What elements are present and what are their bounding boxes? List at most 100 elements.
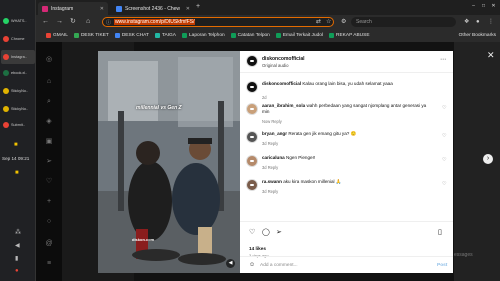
comment-username[interactable]: ra.swann <box>262 179 282 184</box>
comment-meta[interactable]: Now Reply <box>262 119 282 124</box>
comment-meta[interactable]: 3d Reply <box>262 141 278 146</box>
avatar[interactable] <box>246 81 258 93</box>
likes-count[interactable]: 14 likes <box>249 246 266 251</box>
comment-username[interactable]: aaran_ibrahim_sola <box>262 103 305 108</box>
minimize-button[interactable]: – <box>470 3 477 10</box>
reels-icon[interactable]: ▣ <box>45 138 53 146</box>
profile-icon[interactable]: ○ <box>45 218 53 226</box>
bookmark-catatan-telpon[interactable]: Catatan Telpon <box>230 33 270 38</box>
network-icon[interactable]: ⁂ <box>15 230 21 236</box>
more-menu-icon[interactable]: ≡ <box>45 260 53 268</box>
bookmark-star-icon[interactable]: ☆ <box>326 18 331 26</box>
avatar[interactable] <box>246 155 258 167</box>
save-icon[interactable]: ▯ <box>438 229 442 237</box>
power-icon[interactable]: ● <box>15 268 21 274</box>
bookmark-laporan-telphon[interactable]: Laporan Telphon <box>182 33 225 38</box>
taskbar-app-whatsapp[interactable]: WHATS.. <box>1 14 35 28</box>
bookmark-rekap-abuse[interactable]: REKAP ABUSE <box>329 33 370 38</box>
profile-icon[interactable]: ● <box>476 18 480 26</box>
chrome-icon <box>3 122 9 128</box>
like-comment-icon[interactable]: ♡ <box>442 133 446 139</box>
caption-time: 2d <box>262 95 267 100</box>
caption-username[interactable]: diskoncomofficial <box>262 81 301 86</box>
toolbar: ← → ↻ ⌂ ⓘ www.instagram.com/p/DIUSkfmfFS… <box>36 15 500 29</box>
like-comment-icon[interactable]: ♡ <box>442 157 446 163</box>
background-feed-right <box>454 42 500 281</box>
battery-icon[interactable]: ▮ <box>15 256 21 262</box>
avatar[interactable] <box>246 131 258 143</box>
taskbar-app-sticky-1[interactable]: StickyNo.. <box>1 84 35 98</box>
bookmark-gmail[interactable]: GMAIL <box>46 33 68 38</box>
close-tab-icon[interactable]: ✕ <box>100 6 104 12</box>
forward-button[interactable]: → <box>56 18 63 26</box>
home-button[interactable]: ⌂ <box>86 18 90 26</box>
comment-input[interactable]: Add a comment... <box>260 263 298 268</box>
other-bookmarks[interactable]: Other Bookmarks <box>459 33 496 38</box>
search-icon[interactable]: ⌕ <box>45 98 53 106</box>
close-tab-icon[interactable]: ✕ <box>186 6 190 12</box>
reload-button[interactable]: ↻ <box>70 18 76 26</box>
like-comment-icon[interactable]: ♡ <box>442 181 446 187</box>
share-icon[interactable]: ➢ <box>276 229 282 237</box>
maximize-button[interactable]: □ <box>480 3 487 10</box>
notifications-icon[interactable]: ♡ <box>45 178 53 186</box>
comment-username[interactable]: caricaluna <box>262 155 285 160</box>
bookmark-desk-tiket[interactable]: DESK TIKET <box>73 33 109 38</box>
audio-label[interactable]: Original audio <box>262 63 289 68</box>
os-taskbar: WHATS.. Chrome Instagra.. ebook.xl.. Sti… <box>0 0 36 281</box>
threads-icon[interactable]: @ <box>45 240 53 248</box>
comment-username[interactable]: bryan_angr <box>262 131 287 136</box>
bookmark-taiga[interactable]: TAIGA <box>154 33 176 38</box>
post-comment-button[interactable]: Post <box>437 263 447 268</box>
video-watermark: diskon.com <box>132 237 155 242</box>
extensions-icon[interactable]: ❖ <box>464 18 469 26</box>
bookmark-email-judol[interactable]: Email Terkait Judol <box>275 33 323 38</box>
site-info-icon[interactable]: ⓘ <box>106 19 111 26</box>
new-tab-button[interactable]: + <box>196 3 200 10</box>
desk-icon <box>73 33 79 38</box>
close-modal-button[interactable]: ✕ <box>487 50 495 61</box>
tab-instagram[interactable]: Instagram ✕ <box>38 2 108 15</box>
comment-meta[interactable]: 3d Reply <box>262 189 278 194</box>
comment-icon[interactable]: ◯ <box>262 229 270 237</box>
taskbar-app-chrome[interactable]: Chrome <box>1 32 35 46</box>
mute-icon[interactable]: ◀ <box>226 259 235 268</box>
create-icon[interactable]: + <box>45 198 53 206</box>
home-icon[interactable]: ⌂ <box>45 78 53 86</box>
browser-chrome: Instagram ✕ Screenshot 2436 - Chew ✕ + –… <box>36 0 500 42</box>
close-window-button[interactable]: ✕ <box>490 3 497 10</box>
tab-screenshot[interactable]: Screenshot 2436 - Chew ✕ <box>112 2 194 15</box>
bookmark-desk-chat[interactable]: DESK CHAT <box>114 33 149 38</box>
like-icon[interactable]: ♡ <box>249 229 255 237</box>
comment-text: Rerata gen jik emang gitu ya? 🙂 <box>288 131 357 136</box>
taskbar-app-instagram[interactable]: Instagra.. <box>1 50 35 64</box>
bookmarks-bar: GMAIL DESK TIKET DESK CHAT TAIGA Laporan… <box>36 29 500 42</box>
post-video[interactable]: millennial vs Gen Z diskon.com ◀ <box>98 51 240 273</box>
emoji-icon[interactable]: ☺ <box>249 262 255 268</box>
explore-icon[interactable]: ◈ <box>45 118 53 126</box>
avatar[interactable] <box>246 179 258 191</box>
taskbar-app-submit[interactable]: Submit.. <box>1 118 35 132</box>
more-options-icon[interactable]: ⋯ <box>440 56 446 63</box>
avatar[interactable] <box>246 55 258 67</box>
avatar[interactable] <box>246 103 258 115</box>
notes-tray-icon[interactable]: ■ <box>15 170 21 176</box>
address-bar[interactable]: ⓘ www.instagram.com/p/DIUSkfmfFS/ <box>102 17 334 27</box>
volume-icon[interactable]: ◀ <box>15 243 21 249</box>
instagram-logo-icon[interactable]: ◎ <box>45 56 53 64</box>
like-comment-icon[interactable]: ♡ <box>442 105 446 111</box>
next-post-button[interactable]: › <box>483 154 493 164</box>
gmail-icon <box>46 33 51 38</box>
comment-meta[interactable]: 3d Reply <box>262 165 278 170</box>
back-button[interactable]: ← <box>42 18 49 26</box>
post-username[interactable]: diskoncomofficial <box>262 56 305 62</box>
search-engine-icon[interactable]: ⚙ <box>341 18 346 26</box>
translate-icon[interactable]: ⇄ <box>316 18 321 26</box>
taskbar-app-sticky-2[interactable]: StickyNo.. <box>1 102 35 116</box>
messages-icon[interactable]: ➢ <box>45 158 53 166</box>
taskbar-app-ebook[interactable]: ebook.xl.. <box>1 66 35 80</box>
sheets-icon <box>329 33 335 38</box>
menu-icon[interactable]: ⋮ <box>488 18 494 26</box>
sticky-note-icon[interactable]: ■ <box>14 142 20 148</box>
search-input[interactable]: Search <box>351 17 456 27</box>
